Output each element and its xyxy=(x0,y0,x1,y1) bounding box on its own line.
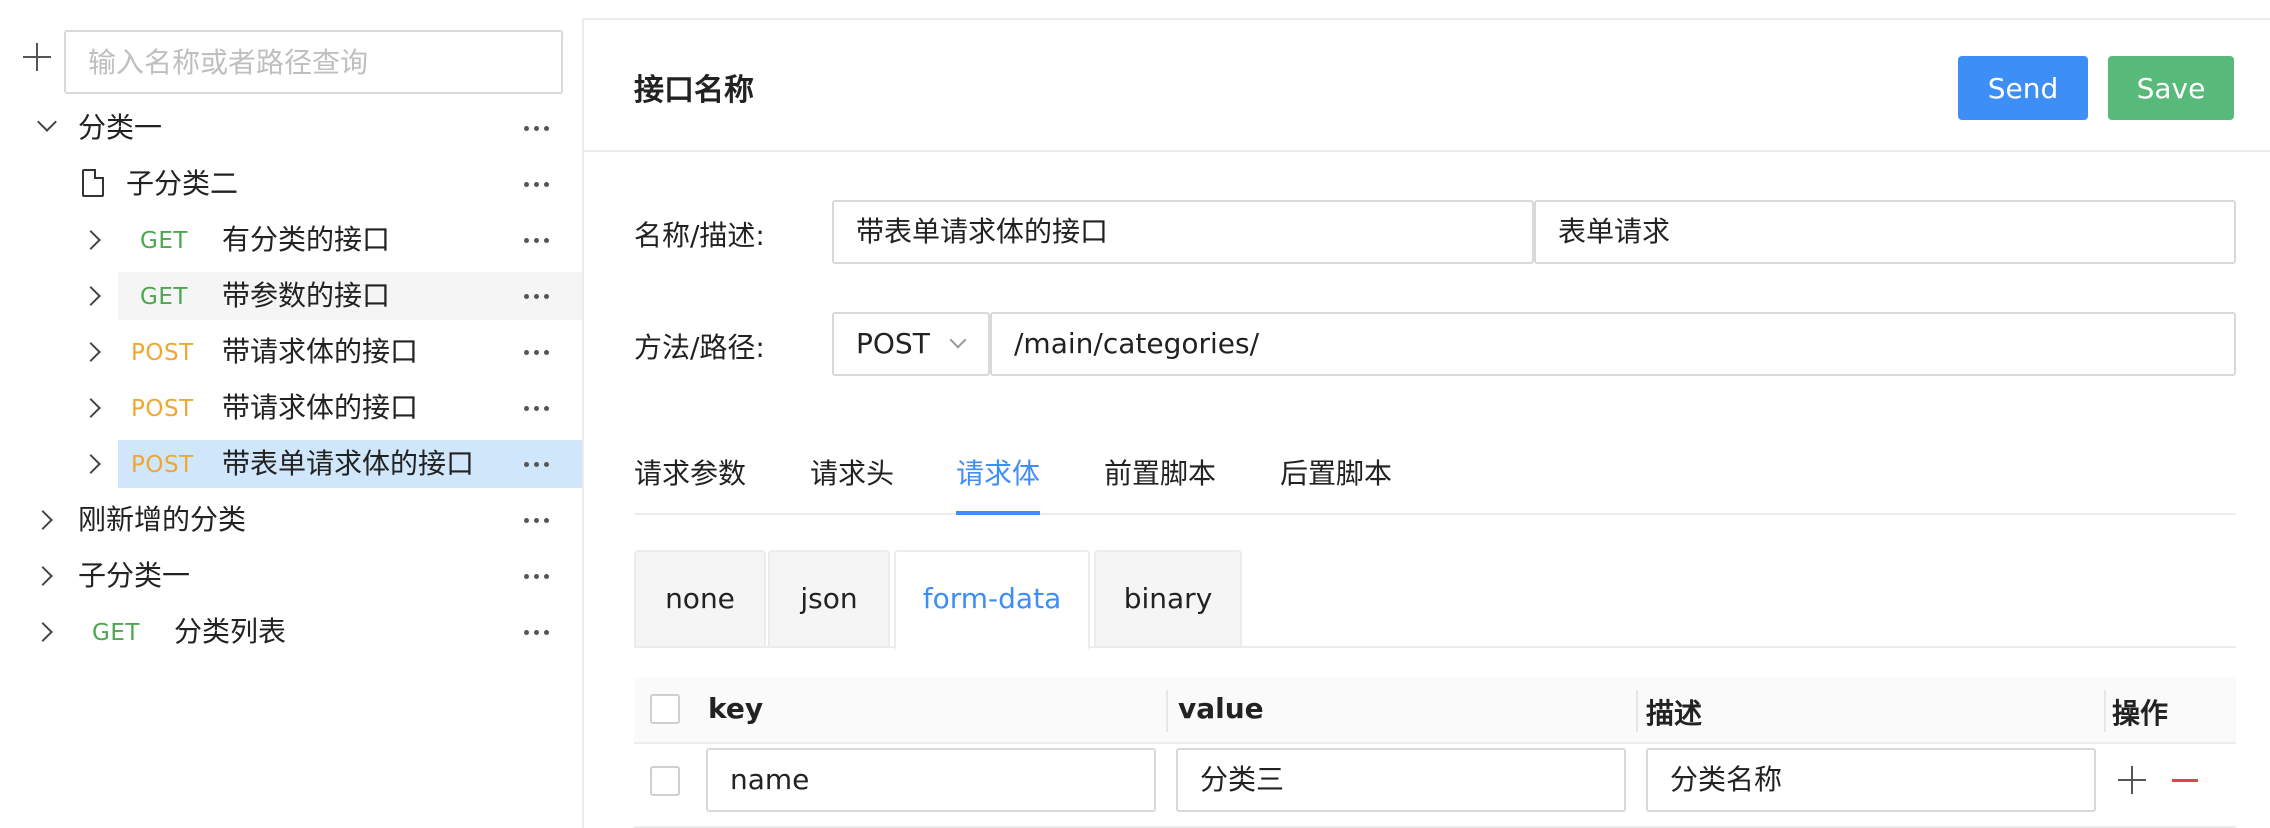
more-icon[interactable] xyxy=(524,574,550,580)
column-header-description: 描述 xyxy=(1646,697,1703,730)
chevron-right-icon[interactable] xyxy=(81,286,101,306)
sidebar: 分类一 子分类二 GET 有分类的接口 GET 带参数的接口 POST 带请求体… xyxy=(0,0,582,828)
body-type-json[interactable]: json xyxy=(768,550,890,648)
tree-item-label: 子分类一 xyxy=(78,559,191,592)
tab-headers[interactable]: 请求头 xyxy=(810,452,894,492)
column-separator xyxy=(1166,690,1168,732)
page-title: 接口名称 xyxy=(634,73,754,108)
tree-item-folder[interactable]: 子分类一 xyxy=(0,552,582,600)
chevron-right-icon[interactable] xyxy=(81,398,101,418)
tree-item-file[interactable]: 子分类二 xyxy=(0,160,582,208)
tab-post-script[interactable]: 后置脚本 xyxy=(1280,452,1392,492)
chevron-right-icon[interactable] xyxy=(81,342,101,362)
method-badge: GET xyxy=(92,620,140,646)
tree-item-label: 有分类的接口 xyxy=(222,223,391,256)
tab-pre-script[interactable]: 前置脚本 xyxy=(1104,452,1216,492)
more-icon[interactable] xyxy=(524,294,550,300)
tree-item-api[interactable]: POST 带请求体的接口 xyxy=(0,384,582,432)
more-icon[interactable] xyxy=(524,462,550,468)
save-button[interactable]: Save xyxy=(2108,56,2234,120)
description-input[interactable]: 表单请求 xyxy=(1534,200,2236,264)
table-header: key value 描述 操作 xyxy=(634,678,2236,744)
tree-item-api[interactable]: GET 分类列表 xyxy=(0,608,582,656)
more-icon[interactable] xyxy=(524,406,550,412)
method-select[interactable]: POST xyxy=(832,312,990,376)
add-row-icon[interactable] xyxy=(2118,766,2146,794)
chevron-right-icon[interactable] xyxy=(81,454,101,474)
body-type-form-data[interactable]: form-data xyxy=(894,550,1090,650)
tree-item-label: 带请求体的接口 xyxy=(222,391,419,424)
tree-item-label: 刚新增的分类 xyxy=(78,503,247,536)
key-input[interactable]: name xyxy=(706,748,1156,812)
more-icon[interactable] xyxy=(524,350,550,356)
param-description-input[interactable]: 分类名称 xyxy=(1646,748,2096,812)
body-type-binary[interactable]: binary xyxy=(1094,550,1242,648)
chevron-right-icon[interactable] xyxy=(33,566,53,586)
tree-item-label: 带参数的接口 xyxy=(222,279,391,312)
column-separator xyxy=(1636,690,1638,732)
tab-request-body[interactable]: 请求体 xyxy=(956,452,1040,492)
method-badge: POST xyxy=(131,340,194,366)
more-icon[interactable] xyxy=(524,238,550,244)
path-input[interactable]: /main/categories/ xyxy=(990,312,2236,376)
method-badge: POST xyxy=(131,396,194,422)
tree-item-label: 带请求体的接口 xyxy=(222,335,419,368)
method-badge: POST xyxy=(131,452,194,478)
more-icon[interactable] xyxy=(524,126,550,132)
name-desc-label: 名称/描述: xyxy=(634,219,765,252)
chevron-right-icon[interactable] xyxy=(81,230,101,250)
tree-item-label: 分类列表 xyxy=(174,615,287,648)
search-input[interactable] xyxy=(64,30,563,94)
tab-active-indicator xyxy=(956,511,1040,515)
more-icon[interactable] xyxy=(524,518,550,524)
tree-item-api[interactable]: POST 带请求体的接口 xyxy=(0,328,582,376)
tree-item-api-selected[interactable]: POST 带表单请求体的接口 xyxy=(0,440,582,488)
method-badge: GET xyxy=(140,228,188,254)
tree-item-api[interactable]: GET 有分类的接口 xyxy=(0,216,582,264)
chevron-right-icon[interactable] xyxy=(33,510,53,530)
value-input[interactable]: 分类三 xyxy=(1176,748,1626,812)
method-badge: GET xyxy=(140,284,188,310)
column-header-key: key xyxy=(708,692,764,725)
method-select-value: POST xyxy=(856,327,930,360)
send-button[interactable]: Send xyxy=(1958,56,2088,120)
tree-item-label: 子分类二 xyxy=(126,167,239,200)
more-icon[interactable] xyxy=(524,630,550,636)
main-panel: 接口名称 Send Save 名称/描述: 带表单请求体的接口 表单请求 方法/… xyxy=(584,18,2270,828)
tree-item-folder[interactable]: 刚新增的分类 xyxy=(0,496,582,544)
file-icon xyxy=(82,169,104,197)
remove-row-icon[interactable] xyxy=(2172,766,2200,794)
column-header-value: value xyxy=(1178,692,1264,725)
column-separator xyxy=(2104,690,2106,732)
chevron-down-icon[interactable] xyxy=(37,112,57,132)
more-icon[interactable] xyxy=(524,182,550,188)
chevron-right-icon[interactable] xyxy=(33,622,53,642)
chevron-down-icon xyxy=(949,331,967,349)
column-header-actions: 操作 xyxy=(2112,697,2169,730)
name-input[interactable]: 带表单请求体的接口 xyxy=(832,200,1534,264)
row-checkbox[interactable] xyxy=(650,766,680,796)
tree-item-label: 分类一 xyxy=(78,111,163,144)
add-icon[interactable] xyxy=(20,40,54,74)
tree-item-label: 带表单请求体的接口 xyxy=(222,447,475,480)
tree-item-folder[interactable]: 分类一 xyxy=(0,104,582,152)
tree-item-api[interactable]: GET 带参数的接口 xyxy=(0,272,582,320)
method-path-label: 方法/路径: xyxy=(634,331,765,364)
tabs-divider xyxy=(634,513,2236,515)
header-divider xyxy=(584,150,2270,152)
select-all-checkbox[interactable] xyxy=(650,694,680,724)
body-type-none[interactable]: none xyxy=(634,550,766,648)
tab-query-params[interactable]: 请求参数 xyxy=(634,452,746,492)
